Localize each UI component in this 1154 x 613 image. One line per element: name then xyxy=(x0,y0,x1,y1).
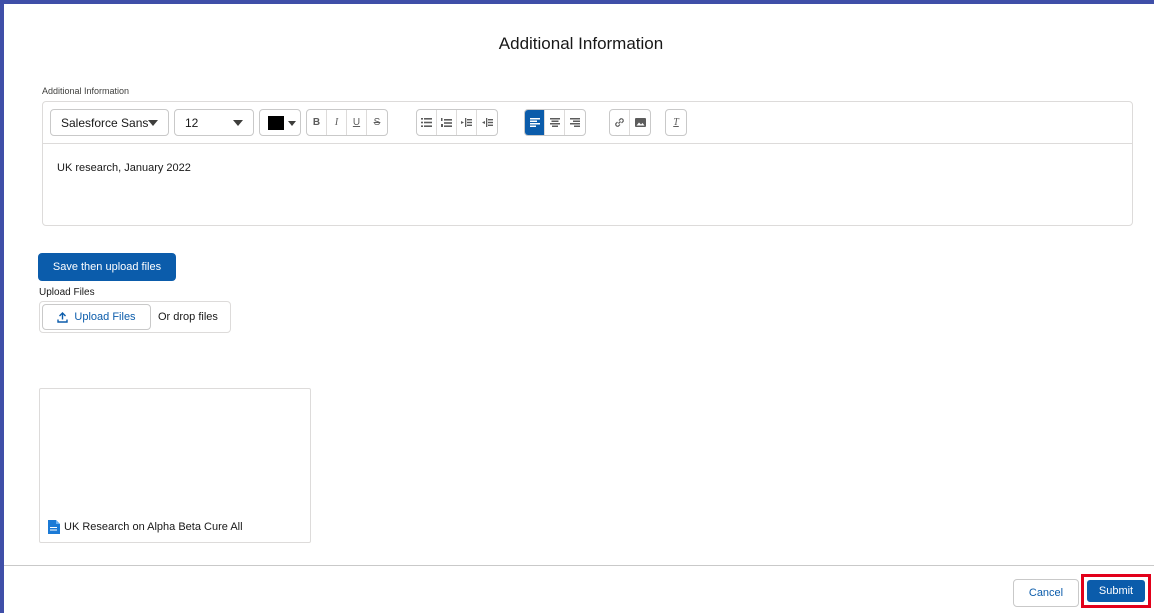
upload-files-button[interactable]: Upload Files xyxy=(42,304,151,330)
insert-link-button[interactable] xyxy=(610,110,630,135)
italic-button[interactable]: I xyxy=(327,110,347,135)
outdent-button[interactable] xyxy=(477,110,497,135)
file-drop-zone[interactable]: Upload Files Or drop files xyxy=(39,301,231,333)
numbered-list-icon xyxy=(441,117,452,127)
rich-text-editor: Salesforce Sans 12 B I U S T UK research… xyxy=(42,101,1133,226)
upload-files-label: Upload Files xyxy=(39,287,95,298)
file-card[interactable]: UK Research on Alpha Beta Cure All xyxy=(39,388,311,543)
link-icon xyxy=(615,118,624,127)
indent-button[interactable] xyxy=(457,110,477,135)
submit-button[interactable]: Submit xyxy=(1087,580,1145,602)
color-swatch xyxy=(268,116,284,130)
align-center-icon xyxy=(549,118,560,127)
modal-frame: Additional Information Additional Inform… xyxy=(0,0,1154,613)
numbered-list-button[interactable] xyxy=(437,110,457,135)
chevron-down-icon xyxy=(288,121,296,126)
insert-group xyxy=(609,109,651,136)
upload-icon xyxy=(57,311,69,323)
file-item[interactable]: UK Research on Alpha Beta Cure All xyxy=(47,520,243,534)
cancel-button[interactable]: Cancel xyxy=(1013,579,1079,607)
editor-toolbar: Salesforce Sans 12 B I U S T xyxy=(43,102,1132,144)
clear-formatting-button[interactable]: T xyxy=(666,110,686,135)
underline-button[interactable]: U xyxy=(347,110,367,135)
drop-files-text: Or drop files xyxy=(158,311,218,323)
clear-format-group: T xyxy=(665,109,687,136)
insert-image-button[interactable] xyxy=(630,110,650,135)
font-size-select[interactable]: 12 xyxy=(174,109,254,136)
file-name: UK Research on Alpha Beta Cure All xyxy=(64,521,243,533)
italic-icon: I xyxy=(334,117,339,128)
chevron-down-icon xyxy=(233,120,243,126)
editor-content[interactable]: UK research, January 2022 xyxy=(57,162,191,174)
outdent-icon xyxy=(481,118,493,127)
clear-formatting-icon: T xyxy=(673,117,679,128)
chevron-down-icon xyxy=(148,120,158,126)
text-style-group: B I U S xyxy=(306,109,388,136)
underline-icon: U xyxy=(352,117,361,128)
modal-title: Additional Information xyxy=(498,34,664,53)
font-family-value: Salesforce Sans xyxy=(61,115,149,130)
font-size-value: 12 xyxy=(185,115,199,130)
bold-icon: B xyxy=(312,117,321,128)
modal-footer: Cancel Submit xyxy=(4,565,1154,613)
image-icon xyxy=(634,118,646,127)
document-icon xyxy=(48,520,60,534)
strikethrough-button[interactable]: S xyxy=(367,110,387,135)
upload-files-button-label: Upload Files xyxy=(74,311,136,323)
bold-button[interactable]: B xyxy=(307,110,327,135)
align-right-button[interactable] xyxy=(565,110,585,135)
strikethrough-icon: S xyxy=(373,117,381,128)
alignment-group xyxy=(524,109,586,136)
align-left-icon xyxy=(529,118,540,127)
submit-highlight: Submit xyxy=(1081,574,1151,608)
font-family-select[interactable]: Salesforce Sans xyxy=(50,109,169,136)
rich-text-label: Additional Information xyxy=(42,86,130,96)
text-color-button[interactable] xyxy=(259,109,301,136)
indent-icon xyxy=(461,118,472,127)
save-upload-button[interactable]: Save then upload files xyxy=(38,253,176,281)
align-right-icon xyxy=(570,118,580,127)
align-center-button[interactable] xyxy=(545,110,565,135)
bulleted-list-button[interactable] xyxy=(417,110,437,135)
list-indent-group xyxy=(416,109,498,136)
bulleted-list-icon xyxy=(421,118,432,127)
align-left-button[interactable] xyxy=(525,110,545,135)
